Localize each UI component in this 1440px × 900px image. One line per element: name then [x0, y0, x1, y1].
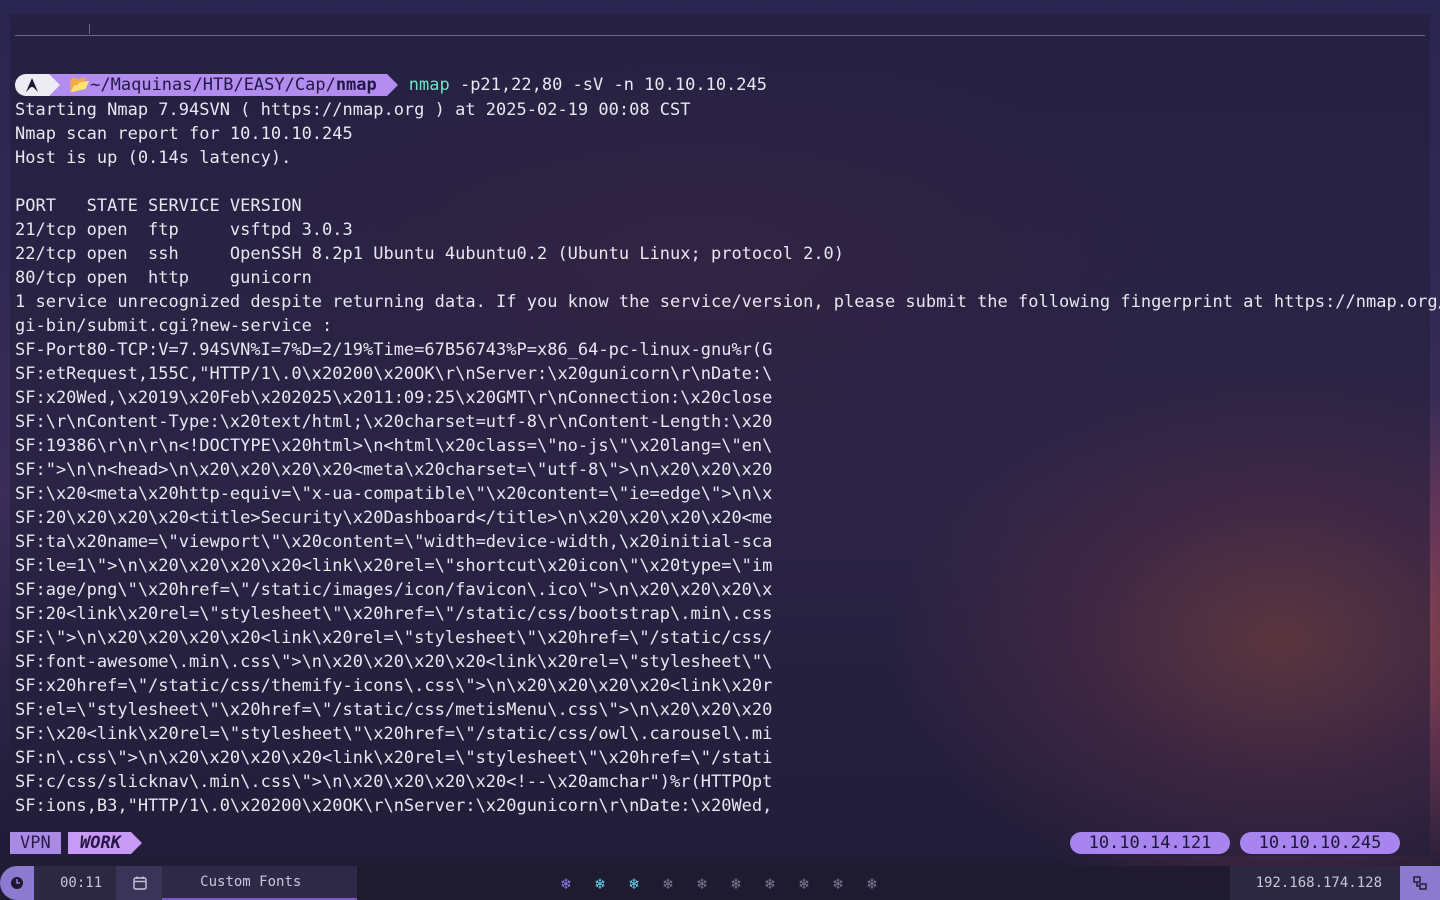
command-args: -p21,22,80 -sV -n 10.10.10.245 — [449, 75, 767, 95]
prompt-path-prefix: 📂~/Maquinas/HTB/EASY/Cap/ — [69, 75, 336, 95]
prompt-path-current: nmap — [335, 75, 377, 95]
work-label: WORK — [68, 832, 142, 854]
workspace-5[interactable]: ❄ — [693, 874, 711, 893]
vpn-label: VPN — [10, 832, 61, 854]
output-line: SF:20\x20\x20\x20<title>Security\x20Dash… — [15, 508, 773, 528]
workspace-6[interactable]: ❄ — [727, 874, 745, 893]
output-line: SF:19386\r\n\r\n<!DOCTYPE\x20html>\n<htm… — [15, 436, 773, 456]
output-line: SF:\x20<meta\x20http-equiv=\"x-ua-compat… — [15, 484, 773, 504]
top-cursor — [89, 24, 90, 34]
lan-ip[interactable]: 192.168.174.128 — [1229, 866, 1400, 900]
network-icon[interactable] — [1400, 866, 1440, 900]
command-line: nmap -p21,22,80 -sV -n 10.10.10.245 — [409, 75, 767, 95]
output-line: SF:x20Wed,\x2019\x20Feb\x202025\x2011:09… — [15, 388, 773, 408]
output-line: 21/tcp open ftp vsftpd 3.0.3 — [15, 220, 353, 240]
output-line: 22/tcp open ssh OpenSSH 8.2p1 Ubuntu 4ub… — [15, 244, 845, 264]
output-line: PORT STATE SERVICE VERSION — [15, 196, 302, 216]
command-bin: nmap — [408, 75, 450, 95]
system-bar: 00:11 Custom Fonts ❄ ❄ ❄ ❄ ❄ ❄ ❄ ❄ ❄ ❄ 192.168.17… — [0, 866, 1440, 900]
workspace-switcher: ❄ ❄ ❄ ❄ ❄ ❄ ❄ ❄ ❄ ❄ — [557, 866, 881, 900]
output-line: SF:n\.css\">\n\x20\x20\x20\x20<link\x20r… — [15, 748, 773, 768]
terminal-window[interactable]: 📂~/Maquinas/HTB/EASY/Cap/nmap nmap -p21,… — [10, 14, 1440, 856]
workspace-7[interactable]: ❄ — [761, 874, 779, 893]
workspace-3[interactable]: ❄ — [625, 874, 643, 893]
output-line: Host is up (0.14s latency). — [15, 148, 292, 168]
clock-icon[interactable] — [0, 866, 34, 900]
output-line: Nmap scan report for 10.10.10.245 — [15, 124, 353, 144]
prompt-path: 📂~/Maquinas/HTB/EASY/Cap/nmap — [49, 74, 398, 96]
clock-time[interactable]: 00:11 — [34, 866, 117, 900]
output-line: SF:etRequest,155C,"HTTP/1\.0\x20200\x20O… — [15, 364, 773, 384]
workspace-9[interactable]: ❄ — [829, 874, 847, 893]
output-line: SF:font-awesome\.min\.css\">\n\x20\x20\x… — [15, 652, 773, 672]
shell-prompt: 📂~/Maquinas/HTB/EASY/Cap/nmap nmap -p21,… — [15, 74, 767, 96]
output-line: SF:c/css/slicknav\.min\.css\">\n\x20\x20… — [15, 772, 773, 792]
tmux-status-line: VPN WORK 10.10.14.121 10.10.10.245 — [10, 832, 1430, 854]
local-ip-badge: 10.10.14.121 — [1070, 832, 1230, 854]
output-line: gi-bin/submit.cgi?new-service : — [15, 316, 333, 336]
output-line: 80/tcp open http gunicorn — [15, 268, 312, 288]
workspace-4[interactable]: ❄ — [659, 874, 677, 893]
target-ip-badge: 10.10.10.245 — [1240, 832, 1400, 854]
command-output: Starting Nmap 7.94SVN ( https://nmap.org… — [15, 98, 1440, 818]
output-line: SF:ions,B3,"HTTP/1\.0\x20200\x20OK\r\nSe… — [15, 796, 773, 816]
output-line: SF-Port80-TCP:V=7.94SVN%I=7%D=2/19%Time=… — [15, 340, 773, 360]
output-line: SF:">\n\n<head>\n\x20\x20\x20\x20<meta\x… — [15, 460, 773, 480]
workspace-8[interactable]: ❄ — [795, 874, 813, 893]
output-line: SF:age/png\"\x20href=\"/static/images/ic… — [15, 580, 773, 600]
output-line: SF:\">\n\x20\x20\x20\x20<link\x20rel=\"s… — [15, 628, 773, 648]
output-line: SF:20<link\x20rel=\"stylesheet\"\x20href… — [15, 604, 773, 624]
output-line: SF:el=\"stylesheet\"\x20href=\"/static/c… — [15, 700, 773, 720]
output-line: SF:ta\x20name=\"viewport\"\x20content=\"… — [15, 532, 773, 552]
output-line: SF:\r\nContent-Type:\x20text/html;\x20ch… — [15, 412, 773, 432]
workspace-2[interactable]: ❄ — [591, 874, 609, 893]
top-divider — [15, 35, 1425, 36]
output-line: SF:x20href=\"/static/css/themify-icons\.… — [15, 676, 773, 696]
output-line: SF:\x20<link\x20rel=\"stylesheet\"\x20hr… — [15, 724, 773, 744]
arch-linux-icon — [15, 74, 60, 96]
output-line: 1 service unrecognized despite returning… — [15, 292, 1440, 312]
output-line: SF:le=1\">\n\x20\x20\x20\x20<link\x20rel… — [15, 556, 773, 576]
workspace-1[interactable]: ❄ — [557, 874, 575, 893]
calendar-icon[interactable] — [116, 866, 163, 900]
output-line: Starting Nmap 7.94SVN ( https://nmap.org… — [15, 100, 691, 120]
workspace-10[interactable]: ❄ — [863, 874, 881, 893]
custom-fonts-label[interactable]: Custom Fonts — [162, 866, 358, 900]
